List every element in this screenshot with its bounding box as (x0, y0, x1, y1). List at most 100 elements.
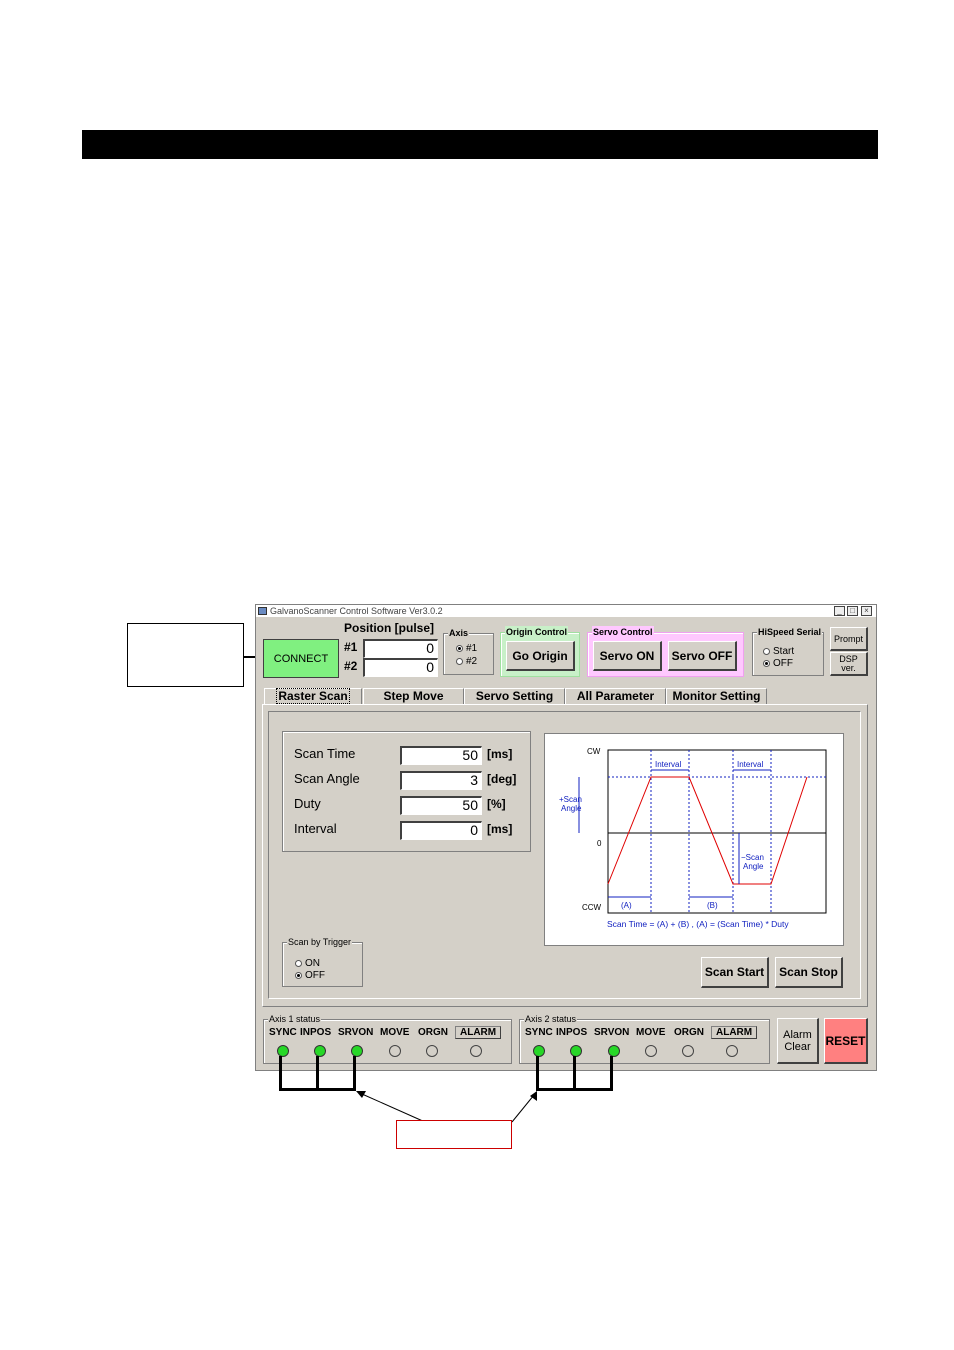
zero-label: 0 (597, 839, 602, 848)
segment-b-label: (B) (707, 901, 718, 910)
servo-group-label: Servo Control (592, 626, 654, 638)
pos2-field[interactable]: 0 (363, 658, 438, 677)
minus-scan-label: −Scan (741, 853, 764, 862)
hispeed-serial-group: HiSpeed Serial Start OFF (752, 626, 824, 676)
app-window: GalvanoScanner Control Software Ver3.0.2… (255, 604, 877, 1071)
prompt-button[interactable]: Prompt (830, 627, 868, 651)
duty-field[interactable]: 50 (400, 796, 482, 815)
tab-step-move[interactable]: Step Move (363, 688, 464, 704)
tab-monitor-setting[interactable]: Monitor Setting (666, 688, 767, 704)
scan-angle-field[interactable]: 3 (400, 771, 482, 790)
go-origin-button[interactable]: Go Origin (506, 641, 575, 671)
axis1-orgn-led (426, 1045, 438, 1057)
scan-stop-button[interactable]: Scan Stop (775, 957, 843, 988)
axis-radio-2[interactable]: #2 (456, 656, 477, 667)
hispeed-group-label: HiSpeed Serial (757, 626, 823, 638)
servo-control-group: Servo Control Servo ON Servo OFF (587, 626, 744, 677)
param-unit-scan-time: [ms] (487, 747, 513, 761)
axis1-move-led (389, 1045, 401, 1057)
segment-a-label: (A) (621, 901, 632, 910)
axis1-alarm-led (470, 1045, 482, 1057)
scan-by-trigger-group: Scan by Trigger ON OFF (282, 936, 363, 987)
position-header: Position [pulse] (344, 621, 434, 635)
plus-scan-label: +Scan (559, 795, 582, 804)
axis2-sync-led (533, 1045, 545, 1057)
app-icon (258, 607, 267, 615)
axis1-status-group: Axis 1 status SYNC INPOS SRVON MOVE ORGN… (263, 1013, 512, 1064)
waveform-svg: CW 0 CCW Interval Interval +Scan Angle −… (559, 747, 827, 929)
tab-all-parameter[interactable]: All Parameter (565, 688, 666, 704)
param-label-scan-time: Scan Time (294, 746, 356, 761)
led-bracket-axis2 (536, 1056, 539, 1091)
plus-scan-angle-label: Angle (561, 804, 582, 813)
radio-icon (763, 647, 770, 655)
axis2-move-label: MOVE (636, 1027, 666, 1038)
scan-params-group: Scan Time 50 [ms] Scan Angle 3 [deg] Dut… (282, 731, 531, 852)
scan-start-button[interactable]: Scan Start (701, 957, 769, 988)
axis2-move-led (645, 1045, 657, 1057)
tab-raster-scan[interactable]: Raster Scan (264, 688, 362, 705)
axis1-inpos-label: INPOS (300, 1027, 332, 1038)
tab-panel: Scan Time 50 [ms] Scan Angle 3 [deg] Dut… (262, 704, 868, 1007)
axis2-alarm-label[interactable]: ALARM (711, 1026, 758, 1039)
origin-control-group: Origin Control Go Origin (500, 626, 580, 677)
axis2-inpos-label: INPOS (556, 1027, 588, 1038)
led-bracket-axis2 (536, 1088, 613, 1091)
pos2-label: #2 (344, 659, 358, 673)
axis2-sync-label: SYNC (525, 1027, 553, 1038)
radio-selected-icon (763, 659, 770, 667)
axis2-srvon-label: SRVON (594, 1027, 630, 1038)
ccw-label: CCW (582, 903, 602, 912)
axis2-status-group: Axis 2 status SYNC INPOS SRVON MOVE ORGN… (519, 1013, 770, 1064)
minus-scan-angle-label: Angle (743, 862, 764, 871)
servo-on-button[interactable]: Servo ON (593, 641, 662, 671)
param-label-interval: Interval (294, 821, 337, 836)
axis1-srvon-label: SRVON (338, 1027, 374, 1038)
led-bracket-axis1 (279, 1088, 356, 1091)
scan-time-field[interactable]: 50 (400, 746, 482, 765)
led-callout-box (396, 1120, 512, 1149)
axis2-orgn-label: ORGN (674, 1027, 704, 1038)
minimize-icon[interactable]: _ (834, 606, 845, 616)
trigger-on-radio[interactable]: ON (295, 958, 320, 969)
cw-label: CW (587, 747, 601, 756)
axis2-alarm-led (726, 1045, 738, 1057)
dsp-version-button[interactable]: DSP ver. (830, 652, 868, 676)
trigger-group-label: Scan by Trigger (287, 936, 353, 948)
axis2-inpos-led (570, 1045, 582, 1057)
led-bracket-axis2 (573, 1056, 576, 1091)
close-icon[interactable]: × (861, 606, 872, 616)
radio-icon (295, 959, 302, 967)
led-bracket-axis1 (353, 1056, 356, 1091)
radio-icon (456, 657, 463, 665)
title-bar: GalvanoScanner Control Software Ver3.0.2… (256, 605, 876, 617)
connect-label: CONNECT (273, 652, 329, 665)
maximize-icon[interactable]: □ (847, 606, 858, 616)
hispeed-start-radio[interactable]: Start (763, 646, 794, 657)
axis2-orgn-led (682, 1045, 694, 1057)
hispeed-off-radio[interactable]: OFF (763, 658, 793, 669)
scan-time-formula: Scan Time = (A) + (B) , (A) = (Scan Time… (607, 919, 789, 929)
param-unit-scan-angle: [deg] (487, 772, 517, 786)
pos1-field[interactable]: 0 (363, 639, 438, 658)
param-unit-interval: [ms] (487, 822, 513, 836)
tab-servo-setting[interactable]: Servo Setting (464, 688, 565, 704)
connect-button[interactable]: CONNECT (263, 639, 339, 678)
scan-waveform-diagram: CW 0 CCW Interval Interval +Scan Angle −… (544, 733, 844, 946)
axis-radio-1[interactable]: #1 (456, 643, 477, 654)
axis-group: Axis #1 #2 (443, 627, 494, 675)
axis1-orgn-label: ORGN (418, 1027, 448, 1038)
alarm-clear-button[interactable]: Alarm Clear (777, 1018, 819, 1064)
radio-selected-icon (456, 644, 463, 652)
axis1-alarm-label[interactable]: ALARM (455, 1026, 502, 1039)
reset-button[interactable]: RESET (824, 1018, 868, 1064)
trigger-off-radio[interactable]: OFF (295, 970, 325, 981)
interval-label-1: Interval (655, 760, 681, 769)
connect-callout-box (127, 623, 244, 687)
interval-field[interactable]: 0 (400, 821, 482, 840)
axis1-sync-label: SYNC (269, 1027, 297, 1038)
window-title: GalvanoScanner Control Software Ver3.0.2 (270, 606, 443, 616)
led-bracket-axis1 (279, 1056, 282, 1091)
pos1-label: #1 (344, 640, 358, 654)
servo-off-button[interactable]: Servo OFF (668, 641, 737, 671)
